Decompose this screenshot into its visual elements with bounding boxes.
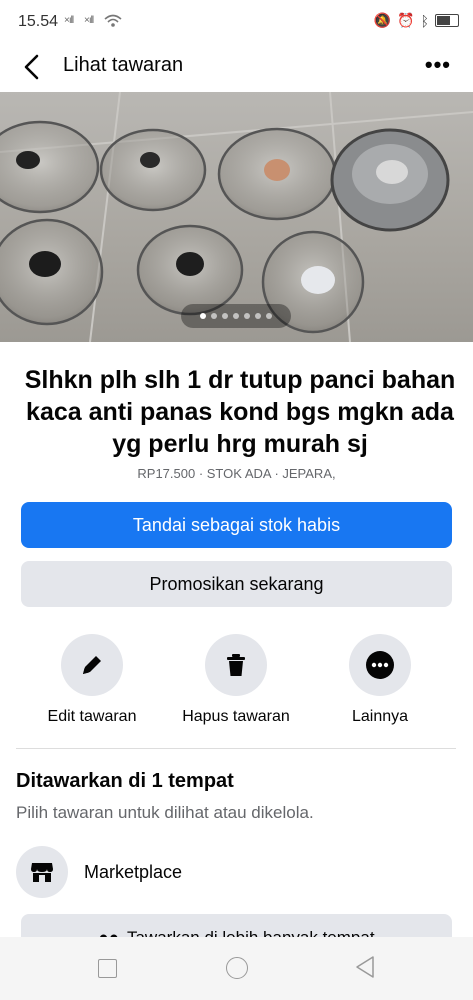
pencil-icon: [83, 656, 101, 674]
more-options-icon[interactable]: •••: [425, 52, 451, 78]
recent-apps-icon[interactable]: [98, 959, 117, 978]
page-title: Lihat tawaran: [63, 54, 184, 76]
bell-off-icon: 🔕: [373, 12, 392, 28]
status-bar: 15.54 ×ıll ×ıll 🔕 ⏰ ᛒ: [0, 0, 473, 44]
edit-button[interactable]: [61, 634, 123, 696]
back-arrow-icon[interactable]: [18, 52, 48, 82]
pager-dot: [255, 313, 261, 319]
section-subtitle: Pilih tawaran untuk dilihat atau dikelol…: [16, 803, 314, 822]
pager-dot: [266, 313, 272, 319]
pager-dot: [200, 313, 206, 319]
delete-listing-action[interactable]: Hapus tawaran: [166, 634, 306, 726]
more-action[interactable]: Lainnya: [310, 634, 450, 726]
more-icon: [366, 651, 394, 679]
delete-button[interactable]: [205, 634, 267, 696]
edit-listing-action[interactable]: Edit tawaran: [22, 634, 162, 726]
wifi-icon: [104, 14, 122, 27]
nav-back-icon[interactable]: [354, 955, 376, 979]
store-icon: [31, 863, 53, 882]
pager-dot: [222, 313, 228, 319]
mark-sold-button[interactable]: Tandai sebagai stok habis: [21, 502, 452, 548]
delete-label: Hapus tawaran: [182, 708, 290, 725]
signal-icon: ×ıll: [64, 15, 74, 26]
home-icon[interactable]: [226, 957, 248, 979]
system-nav-bar: [0, 937, 473, 1000]
section-title: Ditawarkan di 1 tempat: [16, 770, 234, 792]
signal-icon-2: ×ıll: [84, 15, 94, 26]
more-button[interactable]: [349, 634, 411, 696]
app-bar: Lihat tawaran •••: [0, 44, 473, 92]
marketplace-icon[interactable]: [16, 846, 68, 898]
more-label: Lainnya: [351, 708, 409, 725]
battery-icon: [435, 14, 459, 27]
status-time: 15.54: [18, 13, 59, 30]
photo-pager-dots: [181, 304, 291, 328]
listing-meta: RP17.500 · STOK ADA · JEPARA,: [137, 466, 336, 481]
divider: [16, 748, 456, 749]
marketplace-item[interactable]: Marketplace: [84, 862, 182, 883]
promote-button[interactable]: Promosikan sekarang: [21, 561, 452, 607]
trash-icon: [227, 654, 245, 676]
pager-dot: [244, 313, 250, 319]
pager-dot: [233, 313, 239, 319]
edit-label: Edit tawaran: [47, 708, 137, 725]
bluetooth-icon: ᛒ: [420, 12, 429, 29]
pager-dot: [211, 313, 217, 319]
alarm-icon: ⏰: [397, 12, 415, 28]
listing-title: Slhkn plh slh 1 dr tutup panci bahan kac…: [24, 366, 456, 458]
